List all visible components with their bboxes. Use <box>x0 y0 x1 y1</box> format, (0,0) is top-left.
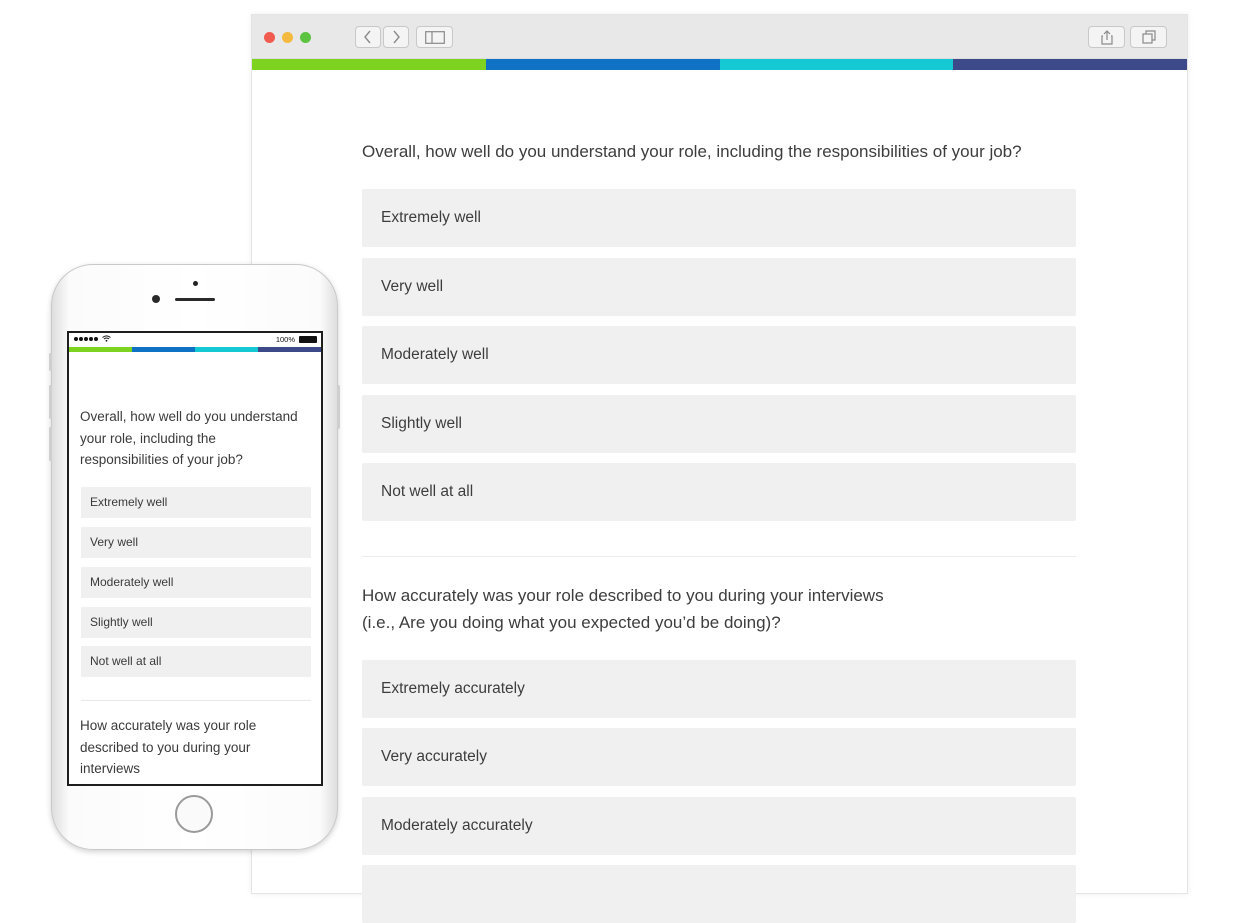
question-divider <box>362 556 1076 557</box>
option-very-accurately[interactable]: Very accurately <box>362 728 1076 786</box>
phone-option-not-well-at-all[interactable]: Not well at all <box>81 646 311 677</box>
signal-strength-icon <box>74 337 98 341</box>
battery-icon <box>299 336 317 343</box>
phone-question-2-line: described to you during your <box>80 739 251 755</box>
color-bar-segment <box>485 59 720 70</box>
phone-question-1-line: Overall, how well do you understand <box>80 409 298 424</box>
phone-option-moderately-well[interactable]: Moderately well <box>81 567 311 598</box>
close-window-button[interactable] <box>264 32 275 43</box>
power-button <box>337 385 340 429</box>
color-bar-segment <box>69 347 132 352</box>
option-very-well[interactable]: Very well <box>362 258 1076 316</box>
phone-lens-icon <box>152 295 160 303</box>
option-not-well-at-all[interactable]: Not well at all <box>362 463 1076 521</box>
color-bar-segment <box>719 59 954 70</box>
option-extremely-well[interactable]: Extremely well <box>362 189 1076 247</box>
sidebar-button[interactable] <box>416 26 453 48</box>
forward-button[interactable] <box>383 26 409 48</box>
phone-question-2-line: interviews <box>80 761 141 776</box>
phone-question-divider <box>81 700 311 701</box>
back-button[interactable] <box>355 26 381 48</box>
phone-question-1: Overall, how well do you understand your… <box>80 406 312 471</box>
color-bar-segment <box>953 59 1187 70</box>
phone-option-extremely-well[interactable]: Extremely well <box>81 487 311 518</box>
color-bar-segment <box>132 347 195 352</box>
color-bar-segment <box>258 347 321 352</box>
color-bar-segment <box>195 347 258 352</box>
browser-window: Overall, how well do you understand your… <box>251 14 1188 923</box>
phone-question-2: How accurately was your role described t… <box>80 715 312 780</box>
browser-titlebar <box>252 15 1187 59</box>
phone-speaker <box>175 298 215 301</box>
question-1-text: Overall, how well do you understand your… <box>362 142 1022 161</box>
battery-percentage: 100% <box>275 335 295 344</box>
maximize-window-button[interactable] <box>300 32 311 43</box>
question-2-line-1: How accurately was your role described t… <box>362 586 884 605</box>
forward-icon <box>393 30 400 44</box>
option-slightly-well[interactable]: Slightly well <box>362 395 1076 453</box>
phone-question-1-line: responsibilities of your job? <box>80 452 243 467</box>
phone-screen: 100% Overall, how well do you understand… <box>67 331 323 786</box>
wifi-icon <box>102 335 111 342</box>
back-icon <box>364 30 371 44</box>
option-moderately-well[interactable]: Moderately well <box>362 326 1076 384</box>
phone-device: 100% Overall, how well do you understand… <box>49 264 340 850</box>
phone-option-very-well[interactable]: Very well <box>81 527 311 558</box>
phone-camera-icon <box>193 281 198 286</box>
home-button[interactable] <box>175 795 213 833</box>
option-moderately-accurately[interactable]: Moderately accurately <box>362 797 1076 855</box>
progress-color-bar <box>252 59 1187 70</box>
phone-question-1-line: your role, including the <box>80 430 216 446</box>
phone-status-bar: 100% <box>69 333 321 347</box>
phone-option-slightly-well[interactable]: Slightly well <box>81 607 311 638</box>
share-icon <box>1100 29 1113 45</box>
minimize-window-button[interactable] <box>282 32 293 43</box>
color-bar-segment <box>252 59 486 70</box>
tabs-button[interactable] <box>1130 26 1167 48</box>
volume-down-button <box>49 427 52 461</box>
volume-up-button <box>49 385 52 419</box>
question-2-line-2: (i.e., Are you doing what you expected y… <box>362 613 781 632</box>
share-button[interactable] <box>1088 26 1125 48</box>
mute-switch <box>49 353 52 371</box>
sidebar-icon <box>424 30 445 44</box>
option-extremely-accurately[interactable]: Extremely accurately <box>362 660 1076 718</box>
tabs-icon <box>1141 30 1156 44</box>
phone-progress-color-bar <box>69 347 321 352</box>
phone-question-2-line: How accurately was your role <box>80 718 257 733</box>
